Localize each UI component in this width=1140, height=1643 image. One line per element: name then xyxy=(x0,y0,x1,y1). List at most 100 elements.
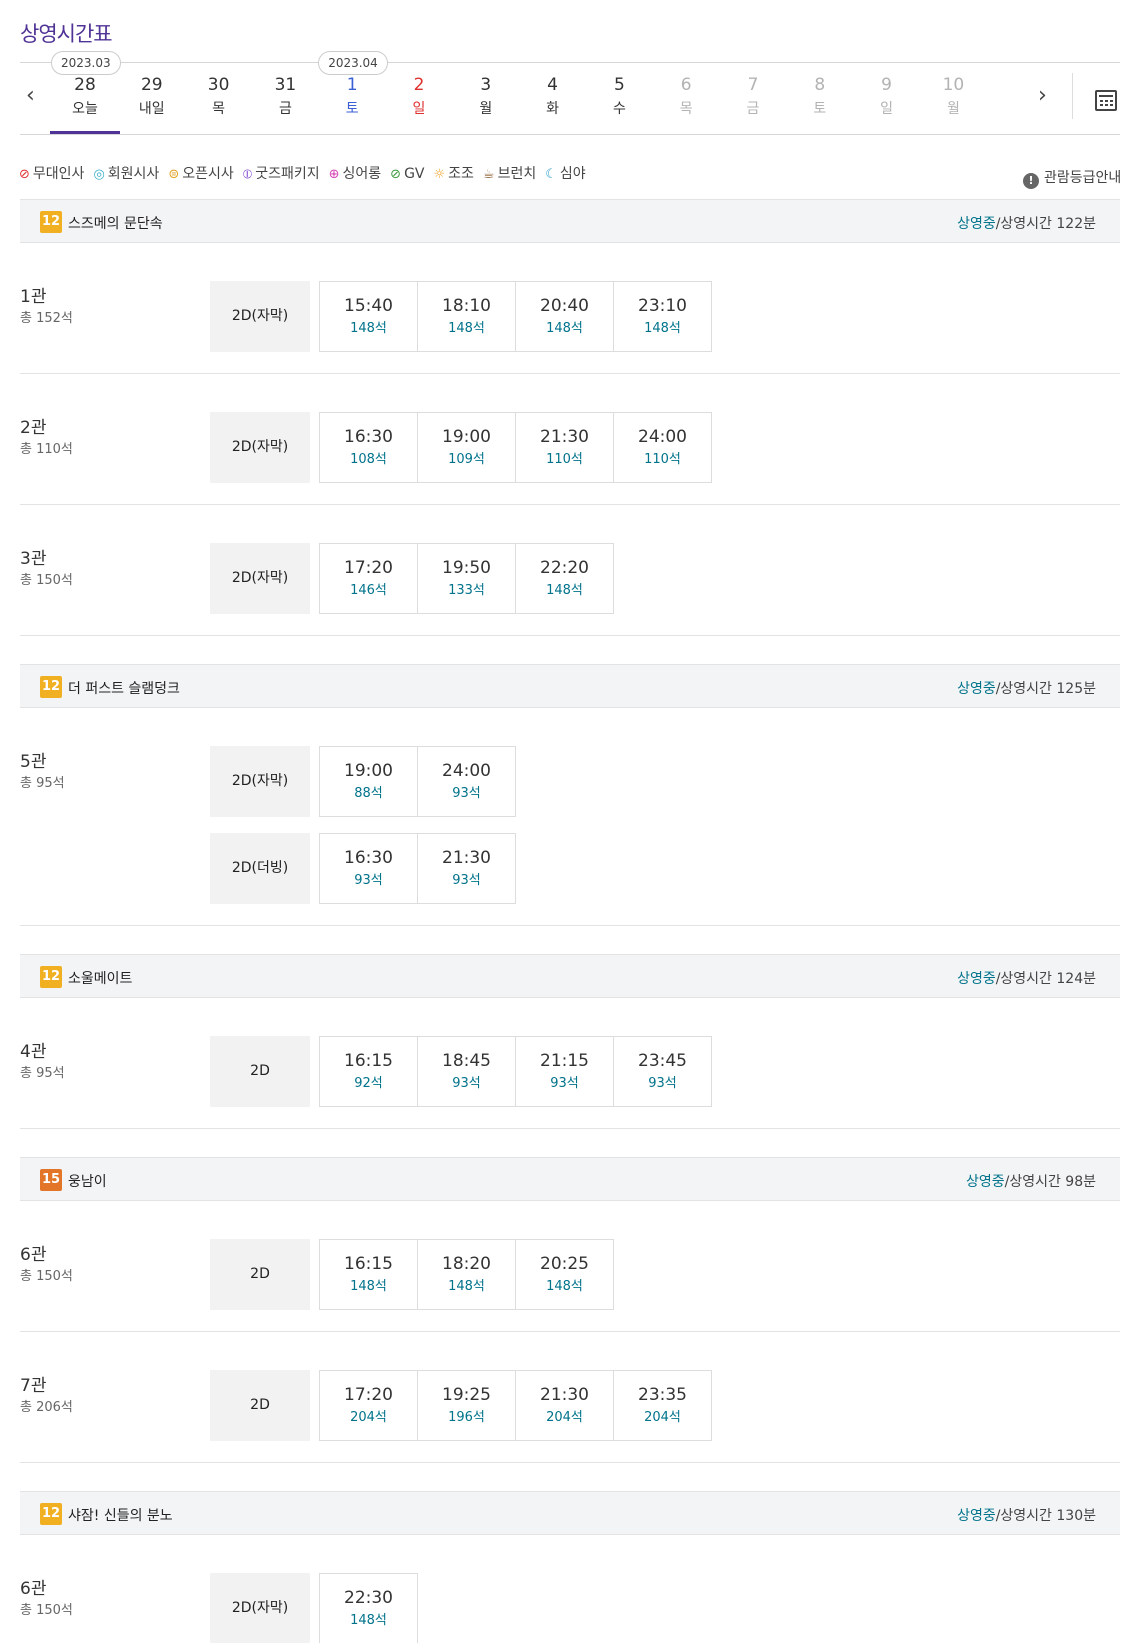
member-preview-icon: ◎ xyxy=(93,167,105,182)
hall-total-seats: 총 95석 xyxy=(20,1066,65,1081)
legend-label: 브런치 xyxy=(497,166,537,182)
movie-title[interactable]: 소울메이트 xyxy=(68,968,132,988)
showtime-list: 19:00 88석 24:00 93석 xyxy=(319,746,516,817)
hall-name: 1관 xyxy=(20,287,47,307)
remaining-seats: 110석 xyxy=(644,452,681,467)
showtime-button[interactable]: 23:45 93석 xyxy=(613,1036,712,1107)
movie-title[interactable]: 웅남이 xyxy=(68,1171,107,1191)
showtime-list: 16:30 108석 19:00 109석 21:30 110석 24:00 110석 xyxy=(319,412,712,483)
screen-format: 2D xyxy=(210,1370,310,1441)
runtime-label: /상영시간 124분 xyxy=(995,971,1096,987)
date-item[interactable]: 31 금 xyxy=(250,63,320,134)
legend-label: 심야 xyxy=(559,166,586,182)
showtime-button[interactable]: 18:10 148석 xyxy=(417,281,516,352)
showtime-button[interactable]: 21:30 110석 xyxy=(515,412,614,483)
showtime-button[interactable]: 16:30 93석 xyxy=(319,833,418,904)
movie-title[interactable]: 스즈메의 문단속 xyxy=(68,213,163,233)
remaining-seats: 93석 xyxy=(452,1076,481,1091)
date-item[interactable]: 29 내일 xyxy=(117,63,187,134)
showtime-button[interactable]: 15:40 148석 xyxy=(319,281,418,352)
movie-title[interactable]: 더 퍼스트 슬램덩크 xyxy=(68,678,180,698)
age-rating-badge: 12 xyxy=(40,676,62,698)
moon-icon: ☾ xyxy=(545,167,557,182)
remaining-seats: 108석 xyxy=(350,452,387,467)
showtime-button[interactable]: 21:30 93석 xyxy=(417,833,516,904)
date-item[interactable]: 2일 xyxy=(384,63,454,134)
showtime-button[interactable]: 16:15 92석 xyxy=(319,1036,418,1107)
date-weekday: 화 xyxy=(546,101,560,117)
screen-format: 2D xyxy=(210,1239,310,1310)
showtime: 23:35 xyxy=(638,1385,687,1405)
showtime-button[interactable]: 17:20 146석 xyxy=(319,543,418,614)
divider xyxy=(20,1128,1120,1129)
showtime-button[interactable]: 19:25 196석 xyxy=(417,1370,516,1441)
hall-total-seats: 총 206석 xyxy=(20,1400,73,1415)
date-item[interactable]: 30 목 xyxy=(184,63,254,134)
showtime-button[interactable]: 24:00 93석 xyxy=(417,746,516,817)
showtime-button[interactable]: 21:30 204석 xyxy=(515,1370,614,1441)
showtime: 16:30 xyxy=(344,427,393,447)
legend-label: 싱어롱 xyxy=(342,166,382,182)
showtime-button[interactable]: 22:20 148석 xyxy=(515,543,614,614)
remaining-seats: 148석 xyxy=(448,1279,485,1294)
chevron-left-icon[interactable]: ‹ xyxy=(26,83,35,108)
date-item[interactable]: 3월 xyxy=(451,63,521,134)
date-number: 10 xyxy=(942,75,965,95)
date-item: 9일 xyxy=(852,63,922,134)
divider xyxy=(20,635,1120,636)
date-weekday: 수 xyxy=(612,101,626,117)
showtime: 21:15 xyxy=(540,1051,589,1071)
showtime: 18:20 xyxy=(442,1254,491,1274)
remaining-seats: 148석 xyxy=(350,321,387,336)
showtime-button[interactable]: 23:10 148석 xyxy=(613,281,712,352)
remaining-seats: 148석 xyxy=(448,321,485,336)
showtime-button[interactable]: 23:35 204석 xyxy=(613,1370,712,1441)
showtime-button[interactable]: 21:15 93석 xyxy=(515,1036,614,1107)
showtime-button[interactable]: 19:50 133석 xyxy=(417,543,516,614)
showtime: 16:15 xyxy=(344,1254,393,1274)
date-item[interactable]: 5수 xyxy=(584,63,654,134)
date-weekday: 일 xyxy=(880,101,894,117)
legend-label: 굿즈패키지 xyxy=(255,166,320,182)
remaining-seats: 148석 xyxy=(546,583,583,598)
calendar-icon[interactable] xyxy=(1095,90,1117,111)
remaining-seats: 148석 xyxy=(350,1613,387,1628)
showtime: 20:40 xyxy=(540,296,589,316)
showtime: 24:00 xyxy=(442,761,491,781)
chevron-right-icon[interactable]: › xyxy=(1038,83,1047,108)
showtime-button[interactable]: 19:00 88석 xyxy=(319,746,418,817)
showtime-button[interactable]: 18:20 148석 xyxy=(417,1239,516,1310)
rating-guide-link[interactable]: ! 관람등급안내 xyxy=(1023,167,1121,189)
screen-format: 2D xyxy=(210,1036,310,1107)
date-weekday: 토 xyxy=(813,101,827,117)
showtime-button[interactable]: 24:00 110석 xyxy=(613,412,712,483)
showtime-button[interactable]: 17:20 204석 xyxy=(319,1370,418,1441)
showtime: 19:50 xyxy=(442,558,491,578)
showtime: 17:20 xyxy=(344,558,393,578)
legend-label: 무대인사 xyxy=(32,166,85,182)
showtime-button[interactable]: 22:30 148석 xyxy=(319,1573,418,1643)
remaining-seats: 148석 xyxy=(546,1279,583,1294)
screen-format: 2D(자막) xyxy=(210,412,310,483)
date-number: 9 xyxy=(881,75,892,95)
showtime-button[interactable]: 16:15 148석 xyxy=(319,1239,418,1310)
showtime-button[interactable]: 18:45 93석 xyxy=(417,1036,516,1107)
hall-name: 6관 xyxy=(20,1579,47,1599)
legend-item: ⊕ 싱어롱 xyxy=(329,166,382,182)
remaining-seats: 196석 xyxy=(448,1410,485,1425)
showtime-button[interactable]: 16:30 108석 xyxy=(319,412,418,483)
date-bar: ‹ 28 오늘 29 내일 30 목 31 금 1 토 2 일 3 월 4 화 5 수 6 목 7 금 8 토 9 일 10 월 202… xyxy=(20,51,1120,135)
showtime-button[interactable]: 20:25 148석 xyxy=(515,1239,614,1310)
movie-title[interactable]: 샤잠! 신들의 분노 xyxy=(68,1505,173,1525)
showtime: 19:25 xyxy=(442,1385,491,1405)
remaining-seats: 93석 xyxy=(452,873,481,888)
divider xyxy=(20,373,1120,374)
showtime-button[interactable]: 20:40 148석 xyxy=(515,281,614,352)
status-label: 상영중 xyxy=(957,1508,996,1524)
remaining-seats: 204석 xyxy=(644,1410,681,1425)
legend-item: ⊘ GV xyxy=(390,166,424,182)
date-item[interactable]: 4화 xyxy=(518,63,588,134)
showtime-button[interactable]: 19:00 109석 xyxy=(417,412,516,483)
date-number: 5 xyxy=(613,75,625,95)
hall-total-seats: 총 150석 xyxy=(20,573,73,588)
